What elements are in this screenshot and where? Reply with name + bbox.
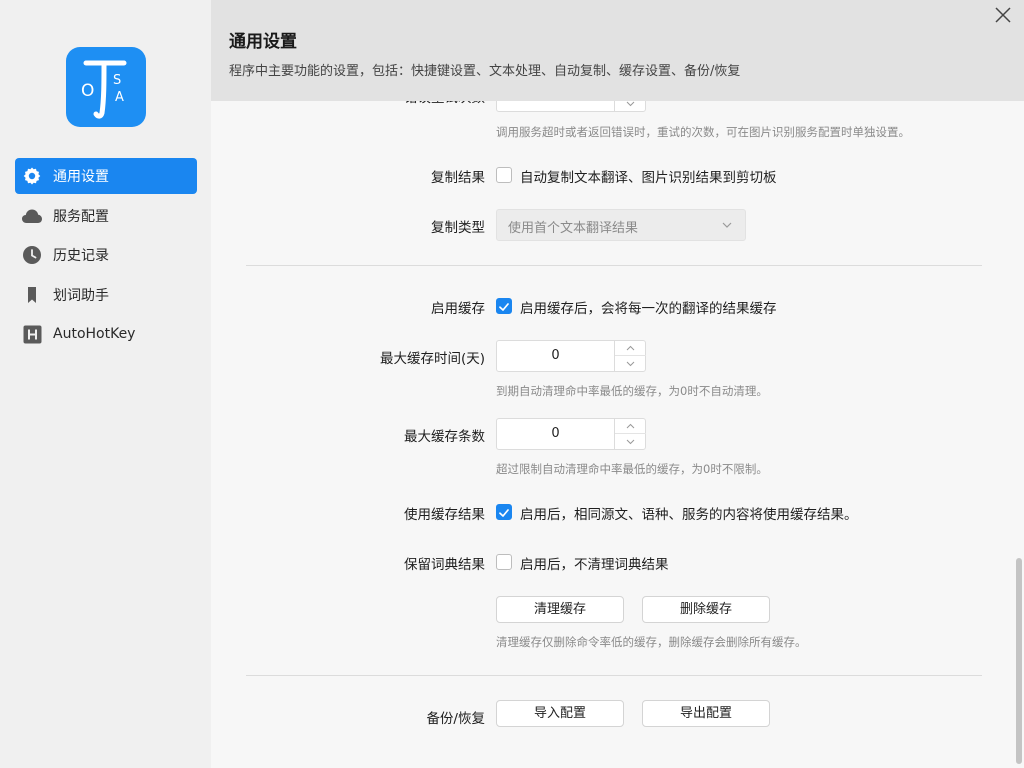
logo-graphic: O S A: [81, 60, 127, 119]
sidebar-item-label: 服务配置: [53, 209, 109, 225]
gear-icon: [21, 165, 43, 187]
max-cache-count-hint: 超过限制自动清理命中率最低的缓存，为0时不限制。: [496, 462, 768, 476]
spin-buttons[interactable]: [614, 341, 646, 371]
max-cache-count-label: 最大缓存条数: [404, 429, 485, 445]
enable-cache-text[interactable]: 启用缓存后，会将每一次的翻译的结果缓存: [520, 297, 777, 317]
sidebar-item-general[interactable]: 通用设置: [15, 158, 197, 194]
keep-dict-label: 保留词典结果: [404, 557, 485, 573]
sidebar-item-history[interactable]: 历史记录: [15, 237, 197, 273]
copy-type-select[interactable]: 使用首个文本翻译结果: [496, 209, 746, 241]
clear-cache-button[interactable]: 清理缓存: [496, 596, 624, 623]
use-cache-checkbox[interactable]: [496, 504, 512, 520]
max-cache-days-input[interactable]: 0: [497, 341, 614, 371]
checkmark-icon: [499, 303, 509, 311]
max-cache-days-spinbox[interactable]: 0: [496, 340, 646, 372]
app-logo: O S A: [66, 47, 146, 127]
max-cache-count-input[interactable]: 0: [497, 419, 614, 449]
chevron-down-icon: [626, 361, 635, 366]
retry-hint: 调用服务超时或者返回错误时，重试的次数，可在图片识别服务配置时单独设置。: [496, 125, 910, 139]
spin-down-button[interactable]: [615, 356, 646, 371]
chevron-down-icon: [722, 222, 732, 228]
logo-letter-a: A: [115, 90, 124, 105]
delete-cache-button[interactable]: 删除缓存: [642, 596, 770, 623]
sidebar-item-services[interactable]: 服务配置: [15, 198, 197, 234]
max-cache-days-hint: 到期自动清理命中率最低的缓存，为0时不自动清理。: [496, 384, 768, 398]
spin-buttons[interactable]: [614, 419, 646, 449]
checkmark-icon: [499, 509, 509, 517]
cloud-icon: [21, 205, 43, 227]
page-title: 通用设置: [229, 32, 297, 52]
page-header: 通用设置 程序中主要功能的设置，包括：快捷键设置、文本处理、自动复制、缓存设置、…: [211, 0, 1024, 101]
spin-down-button[interactable]: [615, 434, 646, 449]
sidebar: O S A 通用设置 服务配置 历史记录 划词助手 AutoHotKey: [0, 0, 211, 768]
close-button[interactable]: [992, 4, 1014, 26]
copy-result-text[interactable]: 自动复制文本翻译、图片识别结果到剪切板: [520, 166, 777, 186]
export-config-button[interactable]: 导出配置: [642, 700, 770, 727]
chevron-down-icon: [626, 439, 635, 444]
sidebar-item-autohotkey[interactable]: AutoHotKey: [15, 316, 197, 352]
settings-content: 错误重试次数 调用服务超时或者返回错误时，重试的次数，可在图片识别服务配置时单独…: [211, 0, 1024, 768]
h-square-icon: [21, 323, 43, 345]
chevron-up-icon: [626, 423, 635, 429]
main-panel: 错误重试次数 调用服务超时或者返回错误时，重试的次数，可在图片识别服务配置时单独…: [211, 0, 1024, 768]
sidebar-item-label: AutoHotKey: [53, 326, 136, 342]
bookmark-icon: [21, 284, 43, 306]
sidebar-item-label: 通用设置: [53, 169, 109, 185]
copy-result-checkbox[interactable]: [496, 167, 512, 183]
import-config-button[interactable]: 导入配置: [496, 700, 624, 727]
enable-cache-checkbox[interactable]: [496, 298, 512, 314]
spin-up-button[interactable]: [615, 341, 646, 356]
copy-result-label: 复制结果: [431, 170, 485, 186]
sidebar-item-label: 历史记录: [53, 248, 109, 264]
vertical-scrollbar[interactable]: [1016, 558, 1022, 764]
use-cache-text[interactable]: 启用后，相同源文、语种、服务的内容将使用缓存结果。: [520, 503, 858, 523]
backup-label: 备份/恢复: [426, 711, 485, 727]
chevron-down-icon: [626, 101, 635, 106]
spin-up-button[interactable]: [615, 419, 646, 434]
copy-type-label: 复制类型: [431, 220, 485, 236]
page-description: 程序中主要功能的设置，包括：快捷键设置、文本处理、自动复制、缓存设置、备份/恢复: [229, 64, 741, 79]
max-cache-days-label: 最大缓存时间(天): [379, 351, 485, 367]
enable-cache-label: 启用缓存: [431, 301, 485, 317]
keep-dict-text[interactable]: 启用后，不清理词典结果: [520, 553, 669, 573]
section-divider: [246, 675, 982, 676]
sidebar-item-label: 划词助手: [53, 288, 109, 304]
section-divider: [246, 265, 982, 266]
max-cache-count-spinbox[interactable]: 0: [496, 418, 646, 450]
chevron-up-icon: [626, 345, 635, 351]
sidebar-item-selection-assistant[interactable]: 划词助手: [15, 277, 197, 313]
logo-letter-o: O: [81, 81, 94, 101]
use-cache-label: 使用缓存结果: [404, 507, 485, 523]
copy-type-value: 使用首个文本翻译结果: [508, 221, 639, 236]
close-icon: [995, 7, 1011, 23]
cache-buttons-hint: 清理缓存仅删除命令率低的缓存，删除缓存会删除所有缓存。: [496, 635, 807, 649]
keep-dict-checkbox[interactable]: [496, 554, 512, 570]
clock-icon: [21, 244, 43, 266]
logo-letter-s: S: [113, 73, 121, 88]
